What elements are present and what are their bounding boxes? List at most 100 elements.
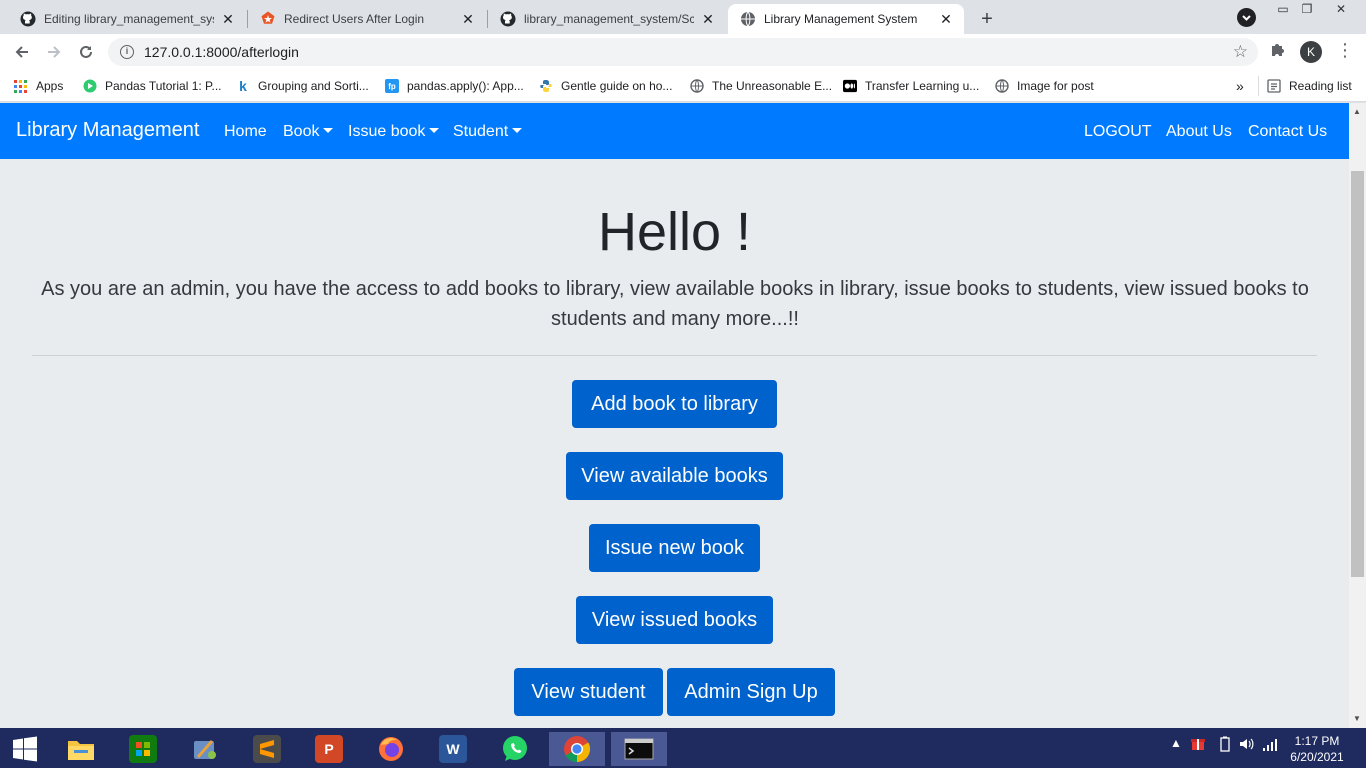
tab-title: Redirect Users After Login <box>284 12 425 26</box>
nav-issue-book-label: Issue book <box>348 123 426 140</box>
windows-start-icon[interactable] <box>3 732 47 766</box>
show-hidden-icons-icon[interactable]: ▲ <box>1170 736 1182 750</box>
close-tab-icon[interactable]: ✕ <box>700 11 716 28</box>
pandas-icon <box>83 79 97 93</box>
nav-book-label: Book <box>283 123 320 140</box>
more-bookmarks-button[interactable]: » <box>1236 76 1244 96</box>
tab-title: library_management_system/Scre <box>524 12 694 26</box>
bookmark-label: Gentle guide on ho... <box>561 79 673 93</box>
clock-time: 1:17 PM <box>1294 734 1340 748</box>
bookmark-item[interactable]: Image for post <box>995 76 1094 96</box>
menu-kebab-icon[interactable]: ⋮ <box>1336 40 1354 61</box>
reading-list-button[interactable]: Reading list <box>1258 76 1352 96</box>
bookmark-label: The Unreasonable E... <box>712 79 833 93</box>
extensions-icon[interactable] <box>1270 41 1286 62</box>
issue-new-book-button[interactable]: Issue new book <box>589 524 760 572</box>
navbar-brand[interactable]: Library Management <box>16 119 199 142</box>
forward-icon[interactable] <box>42 40 66 64</box>
caret-down-icon <box>323 128 334 133</box>
tab-search-icon[interactable] <box>1237 8 1256 27</box>
address-bar[interactable]: i 127.0.0.1:8000/afterlogin ☆ <box>108 38 1258 66</box>
bookmark-item[interactable]: Transfer Learning u... <box>843 76 979 96</box>
browser-tab[interactable]: Editing library_management_syst ✕ <box>8 4 246 34</box>
nav-home-label: Home <box>224 123 267 140</box>
nav-student-dropdown[interactable]: Student <box>453 123 523 141</box>
view-student-button[interactable]: View student <box>514 668 663 716</box>
bookmark-item[interactable]: Gentle guide on ho... <box>539 76 672 96</box>
browser-tab[interactable]: library_management_system/Scre ✕ <box>488 4 726 34</box>
restore-icon[interactable]: ❐ <box>1292 0 1322 18</box>
firefox-icon[interactable] <box>369 732 413 766</box>
github-icon <box>500 11 516 27</box>
setup-icon[interactable] <box>183 732 227 766</box>
apps-grid-icon <box>14 79 28 93</box>
reload-icon[interactable] <box>74 40 98 64</box>
python-icon <box>539 79 553 93</box>
k-icon: k <box>239 78 247 94</box>
battery-icon[interactable] <box>1220 736 1230 755</box>
view-available-books-button[interactable]: View available books <box>566 452 783 500</box>
nav-contact-link[interactable]: Contact Us <box>1248 123 1327 141</box>
divider <box>32 355 1317 356</box>
clock-date: 6/20/2021 <box>1290 750 1344 764</box>
volume-icon[interactable] <box>1238 736 1254 755</box>
bookmark-label: Pandas Tutorial 1: P... <box>105 79 222 93</box>
page-heading: Hello ! <box>597 202 752 262</box>
tab-title: Editing library_management_syst <box>44 12 214 26</box>
bookmark-item[interactable]: k Grouping and Sorti... <box>236 76 369 96</box>
bookmark-star-icon[interactable]: ☆ <box>1233 42 1248 62</box>
close-tab-icon[interactable]: ✕ <box>220 11 236 28</box>
globe-icon <box>740 11 756 27</box>
file-explorer-icon[interactable] <box>59 732 103 766</box>
new-tab-button[interactable]: + <box>974 6 1000 32</box>
page-viewport: Library Management Home Book Issue book … <box>0 103 1349 728</box>
bookmark-label: Grouping and Sorti... <box>258 79 369 93</box>
globe-icon <box>995 79 1009 93</box>
view-issued-books-button[interactable]: View issued books <box>576 596 773 644</box>
powerpoint-icon[interactable]: P <box>307 732 351 766</box>
bookmark-item[interactable]: Pandas Tutorial 1: P... <box>83 76 222 96</box>
sublime-text-icon[interactable] <box>245 732 289 766</box>
taskbar-clock[interactable]: 1:17 PM 6/20/2021 <box>1282 733 1352 765</box>
add-book-button[interactable]: Add book to library <box>572 380 777 428</box>
scrollbar-thumb[interactable] <box>1351 171 1364 577</box>
profile-avatar[interactable]: K <box>1300 41 1322 63</box>
close-tab-icon[interactable]: ✕ <box>460 11 476 28</box>
nav-book-dropdown[interactable]: Book <box>283 123 334 141</box>
bookmark-item[interactable]: The Unreasonable E... <box>690 76 832 96</box>
scroll-up-icon[interactable]: ▲ <box>1353 107 1361 116</box>
fp-icon: fp <box>385 79 399 93</box>
admin-sign-up-button[interactable]: Admin Sign Up <box>667 668 835 716</box>
bookmark-label: pandas.apply(): App... <box>407 79 524 93</box>
bookmarks-bar: Apps Pandas Tutorial 1: P... k Grouping … <box>0 70 1366 102</box>
nav-logout-link[interactable]: LOGOUT <box>1084 123 1152 141</box>
browser-tab-strip: Editing library_management_syst ✕ Redire… <box>0 0 1366 34</box>
browser-tab-active[interactable]: Library Management System ✕ <box>728 4 964 34</box>
nav-home-link[interactable]: Home <box>224 123 267 141</box>
globe-icon <box>690 79 704 93</box>
site-info-icon[interactable]: i <box>120 45 134 59</box>
browser-tab[interactable]: Redirect Users After Login ✕ <box>248 4 486 34</box>
terminal-icon[interactable] <box>611 732 667 766</box>
bookmark-label: Transfer Learning u... <box>865 79 980 93</box>
nav-about-link[interactable]: About Us <box>1166 123 1232 141</box>
caret-down-icon <box>512 128 523 133</box>
store-icon[interactable] <box>121 732 165 766</box>
word-icon[interactable]: W <box>431 732 475 766</box>
network-signal-icon[interactable] <box>1262 736 1278 755</box>
page-scrollbar[interactable]: ▲ ▼ <box>1349 103 1366 728</box>
whatsapp-icon[interactable] <box>493 732 537 766</box>
close-window-icon[interactable]: ✕ <box>1326 0 1356 18</box>
bookmark-item[interactable]: Apps <box>14 76 63 96</box>
antivirus-tray-icon[interactable] <box>1190 736 1206 755</box>
back-icon[interactable] <box>10 40 34 64</box>
browser-toolbar: i 127.0.0.1:8000/afterlogin ☆ <box>0 34 1366 70</box>
nav-issue-book-dropdown[interactable]: Issue book <box>348 123 440 141</box>
close-tab-icon[interactable]: ✕ <box>938 11 954 28</box>
bookmark-item[interactable]: fp pandas.apply(): App... <box>385 76 524 96</box>
address-url: 127.0.0.1:8000/afterlogin <box>144 44 299 60</box>
chrome-icon[interactable] <box>549 732 605 766</box>
scroll-down-icon[interactable]: ▼ <box>1353 714 1361 723</box>
github-icon <box>20 11 36 27</box>
caret-down-icon <box>429 128 440 133</box>
